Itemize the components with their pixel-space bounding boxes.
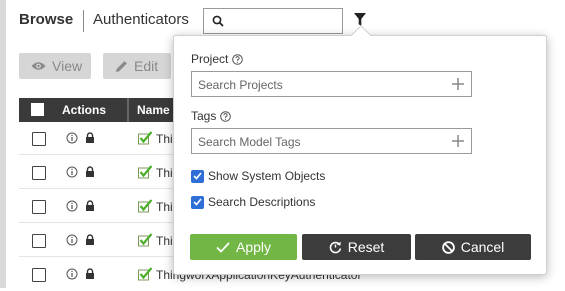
help-icon[interactable] xyxy=(220,110,232,122)
apply-button-label: Apply xyxy=(235,239,272,255)
row-checkbox[interactable] xyxy=(32,268,46,282)
info-icon[interactable] xyxy=(66,132,78,144)
filter-icon[interactable] xyxy=(354,13,366,26)
cancel-icon xyxy=(441,240,455,254)
info-icon[interactable] xyxy=(66,234,78,246)
info-icon[interactable] xyxy=(66,166,78,178)
table-row[interactable]: Thin xyxy=(19,224,184,257)
checkbox-checked[interactable] xyxy=(191,195,204,209)
project-label-text: Project xyxy=(191,52,229,66)
plus-icon[interactable] xyxy=(451,134,465,148)
tags-search-placeholder: Search Model Tags xyxy=(198,135,301,149)
project-search-input[interactable]: Search Projects xyxy=(191,71,472,97)
thing-icon xyxy=(138,131,153,145)
checkbox-checked[interactable] xyxy=(191,169,204,183)
column-name[interactable]: Name xyxy=(137,103,170,117)
tags-search-input[interactable]: Search Model Tags xyxy=(191,128,472,154)
check-icon xyxy=(216,241,230,253)
tags-label-text: Tags xyxy=(191,109,217,123)
apply-button[interactable]: Apply xyxy=(190,234,297,260)
column-divider[interactable] xyxy=(127,98,129,122)
row-checkbox[interactable] xyxy=(32,234,46,248)
column-actions: Actions xyxy=(62,103,107,117)
cancel-button-label: Cancel xyxy=(460,239,505,255)
row-checkbox[interactable] xyxy=(32,132,46,146)
lock-icon xyxy=(86,268,94,279)
left-panel-edge xyxy=(0,0,6,288)
show-system-objects-label: Show System Objects xyxy=(208,169,326,183)
lock-icon xyxy=(86,166,94,177)
view-button-label: View xyxy=(52,58,83,74)
lock-icon xyxy=(86,200,94,211)
project-label: Project xyxy=(191,52,244,66)
info-icon[interactable] xyxy=(66,200,78,212)
check-icon xyxy=(193,198,202,206)
search-input[interactable] xyxy=(203,8,343,34)
check-icon xyxy=(193,172,202,180)
popover-arrow xyxy=(351,25,371,45)
table-row[interactable]: Thin xyxy=(19,156,184,189)
eye-icon xyxy=(31,62,46,70)
thing-icon xyxy=(138,165,153,179)
edit-button-label: Edit xyxy=(134,58,159,74)
plus-icon[interactable] xyxy=(451,77,465,91)
search-icon xyxy=(212,15,224,27)
select-all-checkbox[interactable] xyxy=(31,103,44,116)
lock-icon xyxy=(86,132,94,143)
row-checkbox[interactable] xyxy=(32,166,46,180)
pencil-icon xyxy=(116,60,127,72)
reset-button-label: Reset xyxy=(347,239,385,255)
filter-popover: Project Search Projects Tags Search Mode… xyxy=(173,25,547,275)
row-checkbox[interactable] xyxy=(32,200,46,214)
thing-icon xyxy=(138,267,153,281)
reset-button[interactable]: Reset xyxy=(302,234,411,260)
entity-type-selector[interactable]: Authenticators xyxy=(93,11,189,28)
table-row[interactable]: ThingworxApplicationKeyAuthenticator xyxy=(19,258,361,291)
page-title: Browse xyxy=(19,11,74,28)
view-button[interactable]: View xyxy=(19,53,91,79)
lock-icon xyxy=(86,234,94,245)
tags-label: Tags xyxy=(191,109,232,123)
table-row[interactable]: Thin xyxy=(19,190,184,223)
header-divider xyxy=(83,10,84,32)
reset-icon xyxy=(329,241,341,253)
thing-icon xyxy=(138,233,153,247)
info-icon[interactable] xyxy=(66,268,78,280)
search-descriptions-checkbox[interactable]: Search Descriptions xyxy=(191,195,315,209)
cancel-button[interactable]: Cancel xyxy=(415,234,531,260)
table-row[interactable]: Thin xyxy=(19,122,184,155)
edit-button[interactable]: Edit xyxy=(103,53,171,79)
thing-icon xyxy=(138,199,153,213)
show-system-objects-checkbox[interactable]: Show System Objects xyxy=(191,169,325,183)
project-search-placeholder: Search Projects xyxy=(198,78,283,92)
help-icon[interactable] xyxy=(232,53,244,65)
search-descriptions-label: Search Descriptions xyxy=(208,195,316,209)
table-header: Actions Name xyxy=(19,98,184,122)
